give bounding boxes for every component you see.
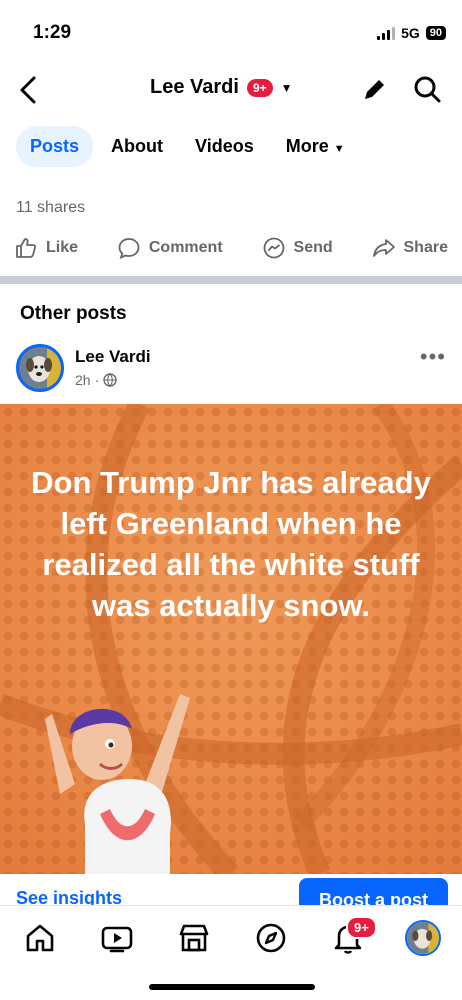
post-image-text: Don Trump Jnr has already left Greenland…	[31, 465, 431, 623]
post-actions: Like Comment Send Share	[14, 236, 448, 260]
post-image[interactable]: Don Trump Jnr has already left Greenland…	[0, 404, 462, 874]
caret-down-icon: ▼	[280, 80, 293, 95]
meta-separator: ·	[94, 372, 100, 388]
page-title: Lee Vardi	[150, 76, 239, 98]
comment-icon	[118, 238, 140, 260]
network-type: 5G	[401, 25, 420, 41]
notification-badge: 9+	[346, 916, 377, 939]
tabbar-home[interactable]	[22, 920, 58, 956]
tabbar-video[interactable]	[99, 920, 135, 956]
dog-avatar-icon	[19, 347, 61, 389]
globe-icon	[103, 373, 117, 387]
profile-switcher[interactable]: Lee Vardi 9+ ▼	[150, 76, 293, 99]
post-options-button[interactable]: •••	[420, 344, 446, 370]
tabbar-marketplace[interactable]	[176, 920, 212, 956]
search-icon	[414, 76, 441, 103]
status-indicators: 5G 90	[377, 25, 446, 41]
chevron-left-icon	[20, 76, 36, 104]
tab-about[interactable]: About	[97, 126, 177, 167]
tabbar-explore[interactable]	[253, 920, 289, 956]
notification-badge: 9+	[246, 78, 273, 97]
status-time: 1:29	[33, 22, 72, 43]
compass-icon	[256, 923, 286, 953]
like-label: Like	[46, 239, 79, 256]
tab-videos[interactable]: Videos	[181, 126, 268, 167]
profile-tabs: Posts About Videos More ▼	[16, 126, 359, 167]
tab-more-label: More	[285, 136, 329, 156]
post-time: 2h	[75, 372, 91, 388]
back-button[interactable]	[14, 72, 46, 108]
signal-icon	[377, 26, 396, 40]
home-indicator[interactable]	[149, 984, 315, 990]
like-button[interactable]: Like	[14, 236, 78, 260]
more-dots-icon: •••	[419, 344, 446, 369]
edit-button[interactable]	[360, 76, 388, 104]
caret-down-icon: ▼	[333, 143, 345, 155]
section-divider	[0, 276, 462, 284]
post-author[interactable]: Lee Vardi	[75, 347, 151, 367]
avatar[interactable]	[16, 344, 64, 392]
share-button[interactable]: Share	[372, 236, 448, 260]
avatar-character-illustration	[45, 694, 190, 874]
status-bar: 1:29 5G 90	[0, 0, 462, 60]
pencil-icon	[365, 80, 384, 99]
other-posts-heading: Other posts	[20, 303, 127, 324]
messenger-icon	[263, 237, 284, 259]
thumbs-up-icon	[16, 238, 37, 258]
post-meta: 2h ·	[75, 372, 117, 388]
comment-button[interactable]: Comment	[117, 236, 223, 260]
tabbar-profile[interactable]	[405, 920, 441, 956]
send-label: Send	[293, 239, 333, 256]
share-arrow-icon	[372, 239, 395, 257]
battery-indicator: 90	[425, 26, 446, 40]
page-header: Lee Vardi 9+ ▼	[0, 62, 462, 118]
search-button[interactable]	[412, 74, 442, 104]
tab-more[interactable]: More ▼	[272, 126, 359, 167]
video-icon	[101, 926, 133, 953]
shares-count[interactable]: 11 shares	[16, 199, 85, 217]
send-button[interactable]: Send	[262, 236, 333, 260]
tab-posts[interactable]: Posts	[16, 126, 94, 167]
comment-label: Comment	[148, 239, 223, 256]
marketplace-icon	[179, 924, 209, 952]
home-icon	[26, 924, 54, 952]
share-label: Share	[403, 239, 448, 256]
post-header: Lee Vardi 2h · •••	[16, 344, 446, 394]
profile-avatar-icon	[407, 922, 439, 954]
